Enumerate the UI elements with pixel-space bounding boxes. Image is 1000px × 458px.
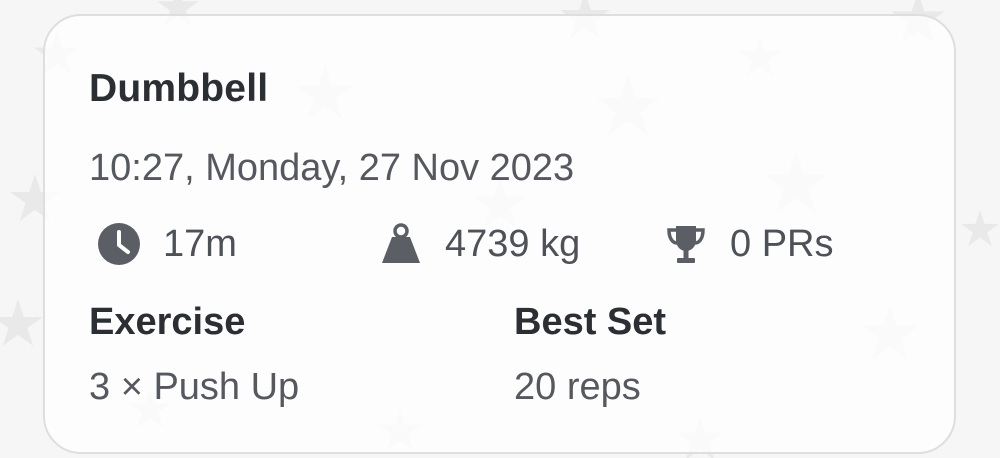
- weight-icon: [379, 222, 423, 266]
- workout-title: Dumbbell: [89, 67, 269, 110]
- workout-card[interactable]: Dumbbell 10:27, Monday, 27 Nov 2023 17m …: [43, 14, 956, 454]
- volume-value: 4739 kg: [445, 222, 581, 265]
- duration-stat: 17m: [97, 222, 237, 266]
- prs-stat: 0 PRs: [664, 222, 833, 266]
- volume-stat: 4739 kg: [379, 222, 580, 266]
- best-set-header: Best Set: [514, 301, 667, 343]
- workout-datetime: 10:27, Monday, 27 Nov 2023: [89, 147, 575, 189]
- clock-icon: [97, 222, 141, 266]
- exercise-value: 3 × Push Up: [89, 366, 300, 408]
- trophy-icon: [664, 222, 708, 266]
- exercise-header: Exercise: [89, 301, 246, 343]
- best-set-value: 20 reps: [514, 366, 641, 408]
- duration-value: 17m: [163, 222, 237, 265]
- prs-value: 0 PRs: [730, 222, 834, 265]
